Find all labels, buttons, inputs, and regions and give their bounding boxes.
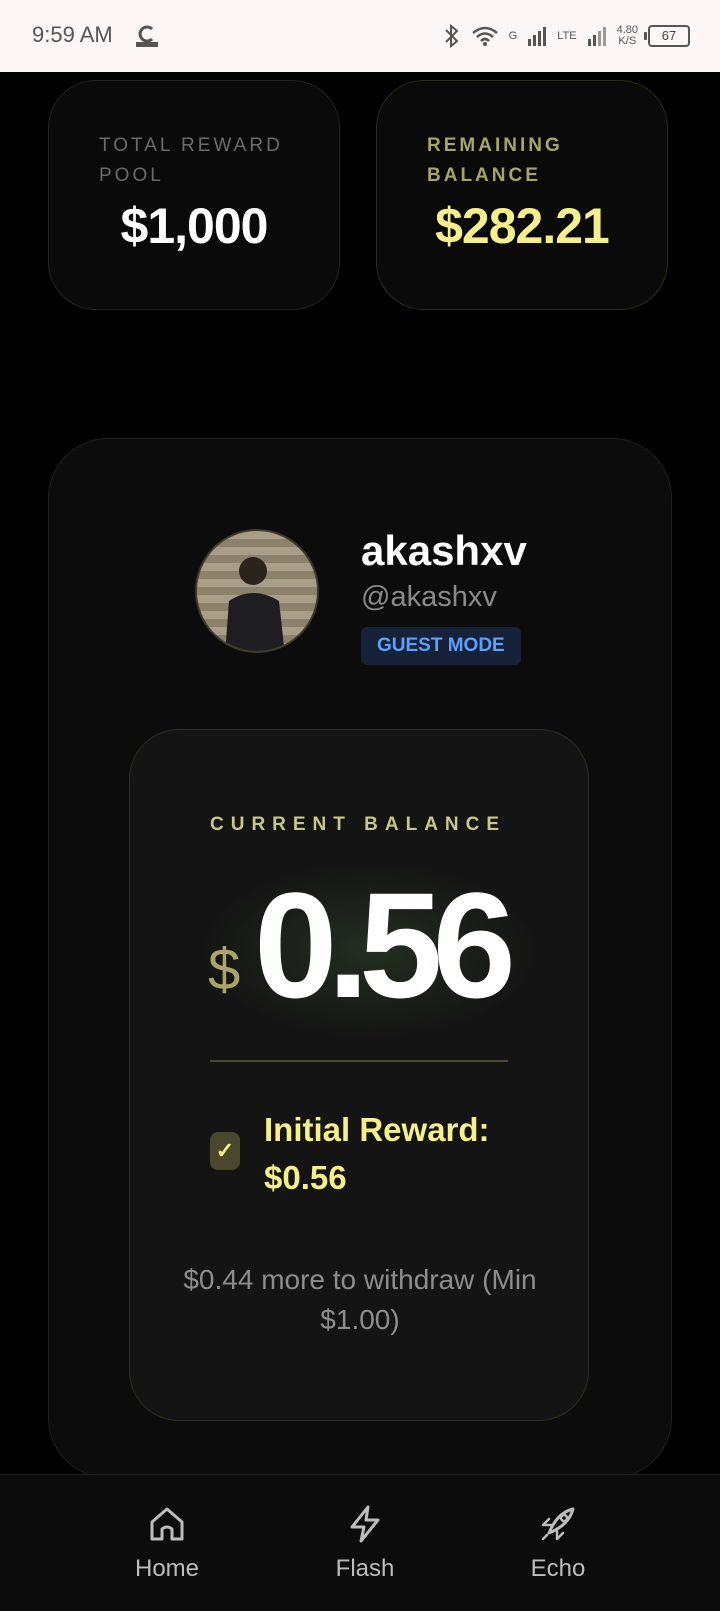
balance-amount: 0.56 bbox=[254, 861, 516, 1029]
signal-icon bbox=[528, 27, 547, 46]
current-balance-label: CURRENT BALANCE bbox=[210, 814, 507, 835]
balance-currency-symbol: $ bbox=[208, 937, 241, 1002]
status-bar: 9:59 AM G LTE 4.80 K/S 67 bbox=[0, 0, 720, 72]
remaining-balance-card: REMAINING BALANCE $282.21 bbox=[376, 80, 668, 310]
initial-reward-label: Initial Reward: $0.56 bbox=[264, 1111, 490, 1196]
total-reward-pool-value: $1,000 bbox=[120, 198, 269, 254]
status-time: 9:59 AM bbox=[32, 22, 113, 47]
avatar[interactable] bbox=[195, 529, 319, 653]
network-lte-label: LTE bbox=[557, 29, 577, 42]
bottom-nav: Home Flash Echo bbox=[0, 1474, 720, 1611]
bluetooth-icon bbox=[444, 24, 459, 48]
remaining-balance-label: REMAINING BALANCE bbox=[427, 135, 563, 186]
total-reward-pool-card: TOTAL REWARD POOL $1,000 bbox=[48, 80, 340, 310]
nav-item-echo[interactable]: Echo bbox=[488, 1503, 628, 1583]
network-speed: 4.80 K/S bbox=[617, 25, 638, 47]
user-handle: @akashxv bbox=[361, 581, 497, 613]
nav-label-home: Home bbox=[134, 1555, 200, 1582]
username: akashxv bbox=[361, 527, 527, 574]
nav-label-flash: Flash bbox=[335, 1555, 395, 1582]
avatar-person-icon bbox=[225, 557, 285, 651]
network-g-label: G bbox=[508, 29, 518, 42]
signal-icon-2 bbox=[587, 27, 606, 46]
total-reward-pool-label: TOTAL REWARD POOL bbox=[99, 135, 283, 186]
nav-item-home[interactable]: Home bbox=[97, 1503, 237, 1583]
app-notification-icon bbox=[136, 25, 158, 47]
current-balance-card: CURRENT BALANCE $ 0.56 ✓ Initial Reward:… bbox=[129, 729, 589, 1421]
divider bbox=[210, 1060, 508, 1062]
remaining-balance-value: $282.21 bbox=[435, 198, 610, 254]
lightning-icon bbox=[350, 1505, 380, 1543]
rocket-icon bbox=[541, 1507, 575, 1541]
nav-item-flash[interactable]: Flash bbox=[295, 1503, 435, 1583]
withdraw-note: $0.44 more to withdraw (Min $1.00) bbox=[183, 1264, 537, 1335]
network-speed-unit: K/S bbox=[618, 35, 637, 47]
nav-label-echo: Echo bbox=[530, 1555, 586, 1582]
profile-card: akashxv @akashxv GUEST MODE CURRENT BALA… bbox=[48, 438, 672, 1478]
status-icons: G LTE 4.80 K/S 67 bbox=[443, 18, 690, 54]
home-icon bbox=[150, 1507, 184, 1541]
wifi-icon bbox=[471, 26, 498, 46]
guest-mode-badge: GUEST MODE bbox=[361, 627, 521, 665]
battery-icon: 67 bbox=[644, 25, 690, 47]
checkmark-icon: ✓ bbox=[210, 1132, 240, 1170]
